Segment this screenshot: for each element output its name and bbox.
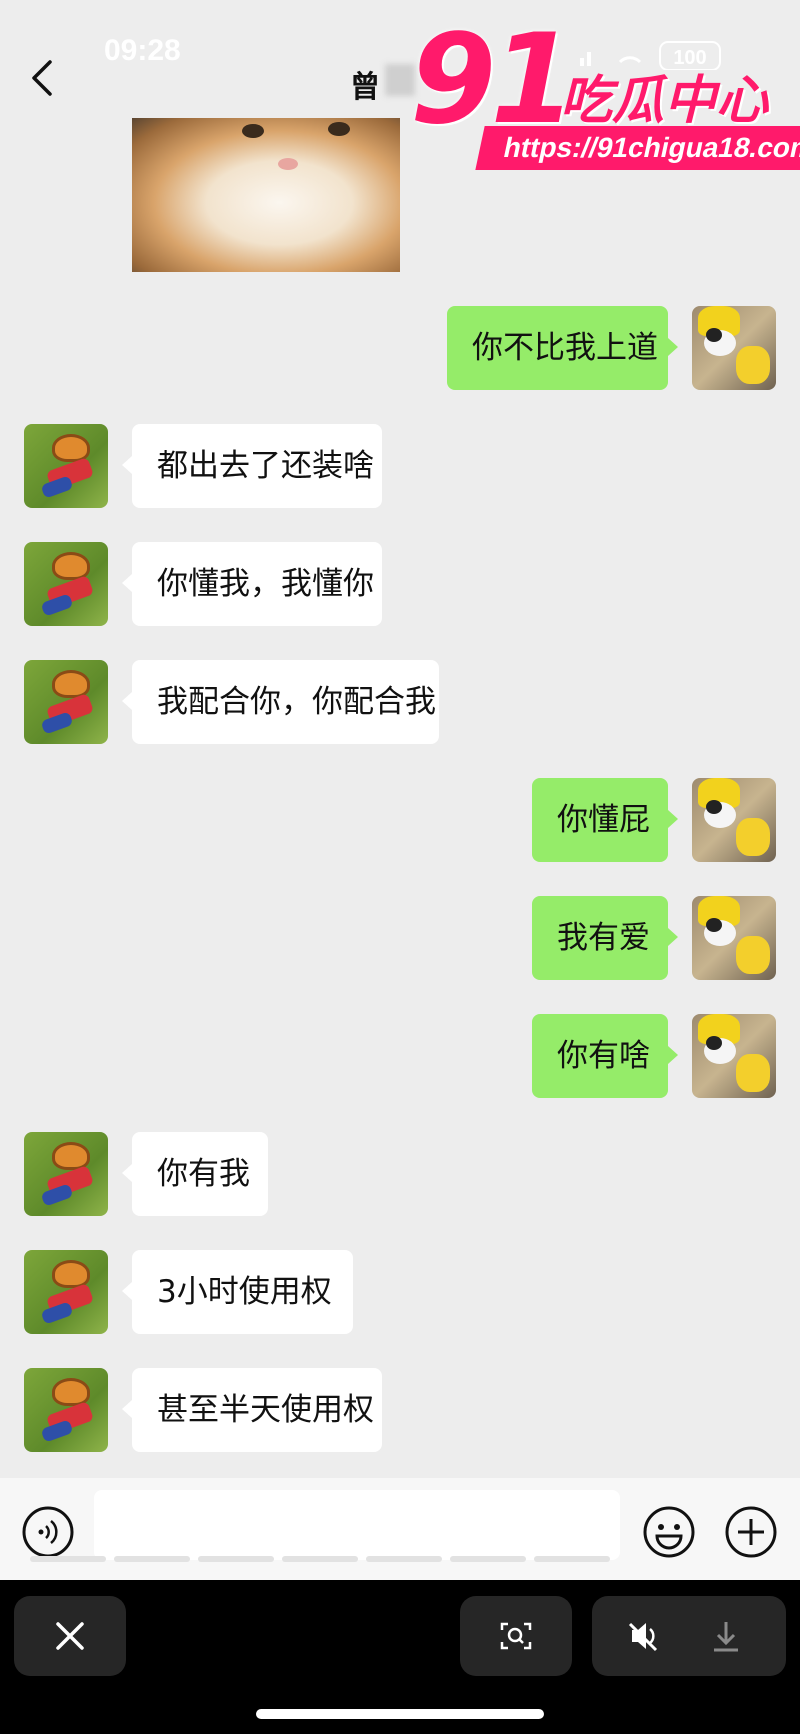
close-button[interactable] (14, 1596, 126, 1676)
scan-icon (500, 1622, 532, 1650)
watermark-number: 91 (410, 8, 577, 152)
received-message-bubble[interactable]: 我配合你，你配合我 (122, 660, 439, 744)
scan-button[interactable] (460, 1596, 572, 1676)
voice-icon[interactable] (21, 1505, 75, 1559)
received-message-bubble[interactable]: 你有我 (122, 1132, 268, 1216)
download-icon[interactable] (692, 1596, 786, 1676)
received-message-bubble[interactable]: 甚至半天使用权 (122, 1368, 382, 1452)
back-chevron-icon[interactable] (28, 58, 58, 98)
self-avatar[interactable] (692, 306, 776, 390)
close-icon (56, 1622, 84, 1650)
shared-cat-image[interactable] (132, 118, 400, 272)
contact-avatar[interactable] (24, 1368, 108, 1452)
status-time: 09:28 (104, 34, 181, 67)
chat-title[interactable]: 曾 (350, 62, 380, 106)
sent-message-bubble[interactable]: 我有爱 (532, 896, 678, 980)
message-input[interactable] (94, 1490, 620, 1560)
sent-message-bubble[interactable]: 你不比我上道 (447, 306, 678, 390)
contact-avatar[interactable] (24, 660, 108, 744)
contact-avatar[interactable] (24, 1132, 108, 1216)
media-controls (592, 1596, 786, 1676)
mute-icon[interactable] (592, 1596, 692, 1676)
received-message-bubble[interactable]: 你懂我，我懂你 (122, 542, 382, 626)
sent-message-bubble[interactable]: 你懂屁 (532, 778, 678, 862)
plus-icon[interactable] (724, 1505, 778, 1559)
emoji-icon[interactable] (642, 1505, 696, 1559)
contact-avatar[interactable] (24, 424, 108, 508)
home-indicator (256, 1709, 544, 1719)
received-message-bubble[interactable]: 都出去了还装啥 (122, 424, 382, 508)
contact-avatar[interactable] (24, 542, 108, 626)
story-progress (30, 1556, 610, 1562)
self-avatar[interactable] (692, 896, 776, 980)
watermark-url: https://91chigua18.com (475, 126, 800, 170)
contact-avatar[interactable] (24, 1250, 108, 1334)
self-avatar[interactable] (692, 1014, 776, 1098)
watermark-text: 吃瓜中心 (560, 71, 769, 131)
sent-message-bubble[interactable]: 你有啥 (532, 1014, 678, 1098)
received-message-bubble[interactable]: 3小时使用权 (122, 1250, 353, 1334)
watermark-logo: 91 吃瓜中心 https://91chigua18.com (410, 18, 800, 178)
self-avatar[interactable] (692, 778, 776, 862)
